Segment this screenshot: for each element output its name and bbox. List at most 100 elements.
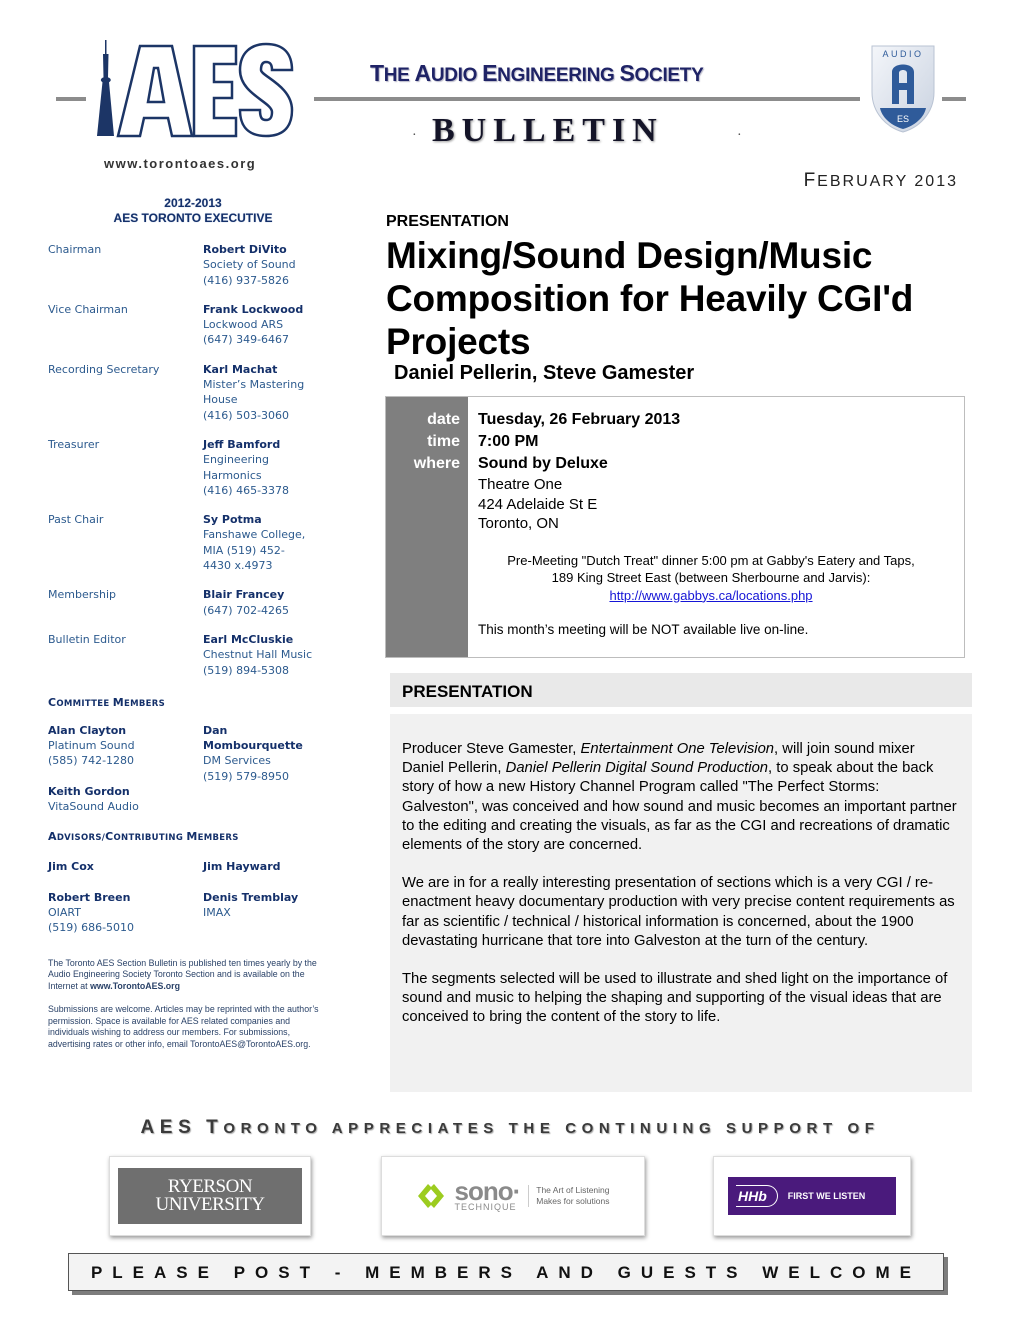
- sono-technique-logo: sono· TECHNIQUE The Art of Listening Mak…: [416, 1178, 610, 1212]
- officer-detail: Chestnut Hall Music: [203, 648, 313, 662]
- header-rule-mid: [314, 97, 860, 101]
- header-rule-left-1: [56, 97, 86, 101]
- aes-audio-badge-icon: AUDIO ES: [871, 45, 935, 133]
- officer-row: Vice Chairman Frank Lockwood Lockwood ARS(…: [48, 302, 338, 348]
- committee-members-heading: COMMITTEE MEMBERS: [48, 695, 166, 709]
- paragraph: The segments selected will be used to il…: [402, 971, 948, 1026]
- advisor-entry: Jim Cox: [48, 860, 94, 874]
- issue-date: FEBRUARY 2013: [803, 170, 958, 191]
- officer-row: Chairman Robert DiVito Society of Sound (41…: [48, 242, 338, 288]
- officer-row: Past Chair Sy Potma Fanshawe College, MIA (…: [48, 512, 338, 573]
- society-name: THE AUDIO ENGINEERING SOCIETY: [370, 60, 704, 86]
- submissions-note: Submissions are welcome. Articles may be…: [48, 1004, 319, 1049]
- officer-name: Jeff Bamford: [203, 437, 281, 451]
- advisors-heading: ADVISORS/CONTRIBUTING MEMBERS: [48, 830, 239, 844]
- officer-info: Blair Francey (647) 702-4265: [203, 587, 333, 618]
- officer-info: Karl Machat Mister’s Mastering House (416) …: [203, 362, 333, 423]
- paragraph: We are in for a really interesting prese…: [402, 875, 955, 949]
- website-url[interactable]: www.torontoaes.org: [104, 156, 256, 171]
- bullet-right: ·: [737, 128, 742, 143]
- officer-detail: Society of Sound: [203, 258, 296, 272]
- member-entry: Dan Mombourquette DM Services (519) 579-…: [203, 723, 303, 783]
- officer-detail: (416) 937-5826: [203, 273, 290, 287]
- committee-list: Alan Clayton Platinum Sound (585) 742-12…: [48, 723, 338, 814]
- executive-title: AES TORONTO EXECUTIVE: [113, 211, 273, 225]
- officer-name: Blair Francey: [203, 588, 285, 602]
- officer-detail: (519) 894-5308: [203, 663, 290, 677]
- officer-row: Treasurer Jeff Bamford Engineering Harmonic…: [48, 437, 338, 498]
- event-address-line: 424 Adelaide St E: [478, 495, 598, 513]
- officer-detail: Engineering: [203, 453, 269, 467]
- officer-detail: (647) 349-6467: [203, 333, 290, 347]
- officer-detail: Fanshawe College,: [203, 528, 306, 542]
- officer-detail: 4430 x.4973: [203, 559, 273, 573]
- officer-role: Treasurer: [48, 437, 100, 451]
- event-address-line: Theatre One: [478, 476, 563, 493]
- presentation-description: Producer Steve Gamester, Entertainment O…: [390, 714, 972, 1092]
- officer-row: Membership Blair Francey (647) 702-4265: [48, 587, 338, 618]
- officer-info: Sy Potma Fanshawe College, MIA (519) 452- 4…: [203, 512, 333, 573]
- website-link[interactable]: www.TorontoAES.org: [90, 981, 180, 991]
- bullet-left: ·: [412, 128, 417, 143]
- sono-chevrons-icon: [418, 1184, 445, 1208]
- officer-list: Chairman Robert DiVito Society of Sound (41…: [48, 242, 338, 678]
- officer-detail: (416) 503-3060: [203, 408, 290, 422]
- aes-cn-tower-logo: [97, 40, 294, 138]
- officer-role: Chairman: [48, 243, 102, 256]
- executive-heading: 2012-2013 AES TORONTO EXECUTIVE: [48, 196, 338, 226]
- paragraph: Producer Steve Gamester, Entertainment O…: [402, 741, 957, 854]
- advisor-entry: Jim Hayward: [203, 860, 281, 874]
- advisor-entry: Robert Breen OIART (519) 686-5010: [48, 890, 135, 935]
- premeeting-info: Pre-Meeting "Dutch Treat" dinner 5:00 pm…: [507, 552, 915, 603]
- officer-detail: (416) 465-3378: [203, 483, 290, 497]
- presentation-header: PRESENTATION: [390, 673, 972, 707]
- officer-role: Past Chair: [48, 513, 104, 527]
- officer-name: Frank Lockwood: [203, 302, 304, 316]
- gabbys-link[interactable]: http://www.gabbys.ca/locations.php: [609, 588, 812, 603]
- officer-role: Vice Chairman: [48, 302, 128, 316]
- event-venue: Sound by Deluxe: [478, 455, 608, 472]
- event-address-line: Toronto, ON: [478, 515, 559, 532]
- section-label: PRESENTATION: [386, 213, 509, 230]
- date-label: date: [427, 411, 460, 428]
- officer-role: Recording Secretary: [48, 362, 160, 376]
- officer-detail: Harmonics: [203, 468, 262, 482]
- where-label: where: [413, 455, 460, 472]
- svg-text:AUDIO: AUDIO: [882, 49, 923, 59]
- event-date: Tuesday, 26 February 2013: [478, 411, 681, 428]
- advisor-entry: Denis Tremblay IMAX: [203, 890, 299, 919]
- officer-detail: Lockwood ARS: [203, 318, 284, 332]
- officer-name: Karl Machat: [203, 362, 278, 376]
- executive-term: 2012-2013: [164, 196, 222, 210]
- sponsor-sono-technique[interactable]: sono· TECHNIQUE The Art of Listening Mak…: [381, 1156, 645, 1236]
- member-entry: Alan Clayton Platinum Sound (585) 742-12…: [48, 723, 139, 814]
- advisors-list: Jim Cox Jim Hayward Robert Breen OIART (…: [48, 859, 338, 935]
- event-info: Tuesday, 26 February 2013 7:00 PM Sound …: [468, 397, 964, 657]
- hhb-mark-icon: HHb: [736, 1185, 778, 1207]
- officer-detail: House: [203, 393, 238, 407]
- officer-row: Bulletin Editor Earl McCluskie Chestnut Ha…: [48, 632, 338, 678]
- executive-sidebar: 2012-2013 AES TORONTO EXECUTIVE Chairman…: [48, 196, 338, 1050]
- header-rule-right: [942, 97, 966, 101]
- officer-detail: Mister’s Mastering: [203, 378, 305, 392]
- logo-letter-s: [238, 42, 294, 138]
- officer-detail: MIA (519) 452-: [203, 543, 285, 557]
- logo-letter-e: [192, 44, 238, 138]
- sponsor-hhb[interactable]: HHb FIRST WE LISTEN: [713, 1156, 911, 1236]
- officer-info: Frank Lockwood Lockwood ARS (647) 349-6467: [203, 302, 333, 348]
- please-post-banner: PLEASE POST - MEMBERS AND GUESTS WELCOME: [68, 1253, 944, 1291]
- officer-name: Sy Potma: [203, 513, 262, 527]
- officer-name: Robert DiVito: [203, 243, 287, 256]
- event-details-box: date time where Tuesday, 26 February 201…: [385, 396, 965, 658]
- event-time: 7:00 PM: [478, 433, 539, 450]
- cn-tower-icon: [97, 40, 114, 136]
- publication-note: The Toronto AES Section Bulletin is publ…: [48, 957, 317, 991]
- officer-name: Earl McCluskie: [203, 632, 294, 646]
- ryerson-logo: RYERSON UNIVERSITY: [118, 1168, 302, 1224]
- officer-role: Membership: [48, 588, 116, 602]
- officer-role: Bulletin Editor: [48, 632, 126, 646]
- sponsor-ryerson[interactable]: RYERSON UNIVERSITY: [109, 1156, 311, 1236]
- officer-row: Recording Secretary Karl Machat Mister’s M…: [48, 362, 338, 423]
- officer-info: Earl McCluskie Chestnut Hall Music (519) 8…: [203, 632, 333, 678]
- sponsors-heading: AES TORONTO APPRECIATES THE CONTINUING S…: [140, 1117, 880, 1138]
